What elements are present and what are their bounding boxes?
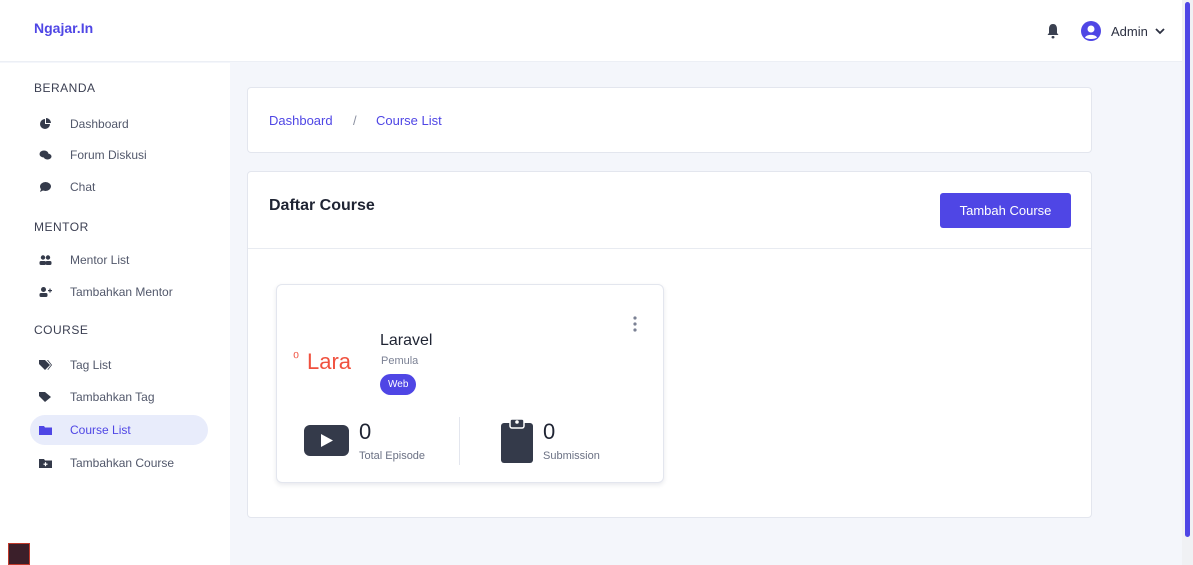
course-tag-badge: Web [380,374,417,395]
sidebar-item-label: Dashboard [70,117,129,131]
add-course-button[interactable]: Tambah Course [940,193,1071,228]
breadcrumb-course-list: Course List [376,113,442,128]
bell-icon[interactable] [1046,23,1060,39]
sidebar-section-beranda: BERANDA [34,81,96,95]
chart-pie-icon [40,118,51,129]
sidebar: BERANDA Dashboard Forum Diskusi Chat MEN… [0,63,230,565]
stat-divider [459,417,460,465]
taskbar-thumbnail[interactable] [8,543,30,565]
page-scrollbar[interactable] [1182,0,1193,565]
sidebar-item-forum-diskusi[interactable]: Forum Diskusi [30,140,208,170]
course-list-card: Daftar Course Tambah Course ⁰ Lara Larav… [247,171,1092,518]
sidebar-item-tambahkan-mentor[interactable]: Tambahkan Mentor [30,277,208,307]
sidebar-item-label: Tambahkan Course [70,456,175,470]
clipboard-icon [501,418,533,463]
folder-plus-icon [39,459,52,468]
sidebar-item-label: Mentor List [70,253,130,267]
chevron-down-icon[interactable] [1155,27,1165,35]
sidebar-section-mentor: MENTOR [34,220,89,234]
user-menu-label[interactable]: Admin [1111,24,1148,39]
sidebar-item-tag-list[interactable]: Tag List [30,350,208,380]
video-play-icon [304,425,349,456]
sidebar-item-mentor-list[interactable]: Mentor List [30,245,208,275]
tags-icon [39,360,52,370]
breadcrumb-dashboard-link[interactable]: Dashboard [269,113,333,128]
sidebar-item-dashboard[interactable]: Dashboard [30,109,208,139]
total-episode-count: 0 [359,419,372,444]
submission-count: 0 [543,419,556,444]
sidebar-item-label: Tambahkan Mentor [70,285,173,299]
scrollbar-thumb[interactable] [1185,2,1190,537]
card-header: Daftar Course Tambah Course [248,172,1091,249]
sidebar-item-course-list[interactable]: Course List [30,415,208,445]
laravel-logo-icon: ⁰ [293,350,300,367]
sidebar-item-label: Tag List [70,358,112,372]
user-avatar-icon[interactable] [1081,21,1101,41]
sidebar-item-label: Chat [70,180,96,194]
course-logo-text: Lara [307,349,352,374]
course-card[interactable]: ⁰ Lara Laravel Pemula Web 0 Total Episod… [276,284,664,483]
users-icon [39,255,52,265]
course-logo: ⁰ Lara [293,349,365,375]
breadcrumb-separator: / [353,113,357,128]
sidebar-item-label: Forum Diskusi [70,148,147,162]
sidebar-item-chat[interactable]: Chat [30,172,208,202]
sidebar-section-course: COURSE [34,323,89,337]
sidebar-item-tambahkan-course[interactable]: Tambahkan Course [30,448,208,478]
chat-bubble-icon [40,182,51,192]
more-options-icon[interactable] [632,315,638,333]
top-navbar: Ngajar.In Admin [0,0,1193,62]
submission-label: Submission [543,450,600,462]
folder-icon [39,426,52,435]
comments-icon [39,150,52,160]
sidebar-item-label: Tambahkan Tag [70,390,155,404]
total-episode-label: Total Episode [359,450,426,462]
breadcrumb: Dashboard / Course List [247,87,1092,153]
course-name[interactable]: Laravel [380,332,432,350]
page-title: Daftar Course [269,197,375,214]
user-plus-icon [39,287,52,297]
tag-icon [39,392,51,402]
course-level: Pemula [381,355,419,367]
sidebar-item-tambahkan-tag[interactable]: Tambahkan Tag [30,382,208,412]
brand-logo[interactable]: Ngajar.In [34,20,93,36]
sidebar-item-label: Course List [70,423,131,437]
